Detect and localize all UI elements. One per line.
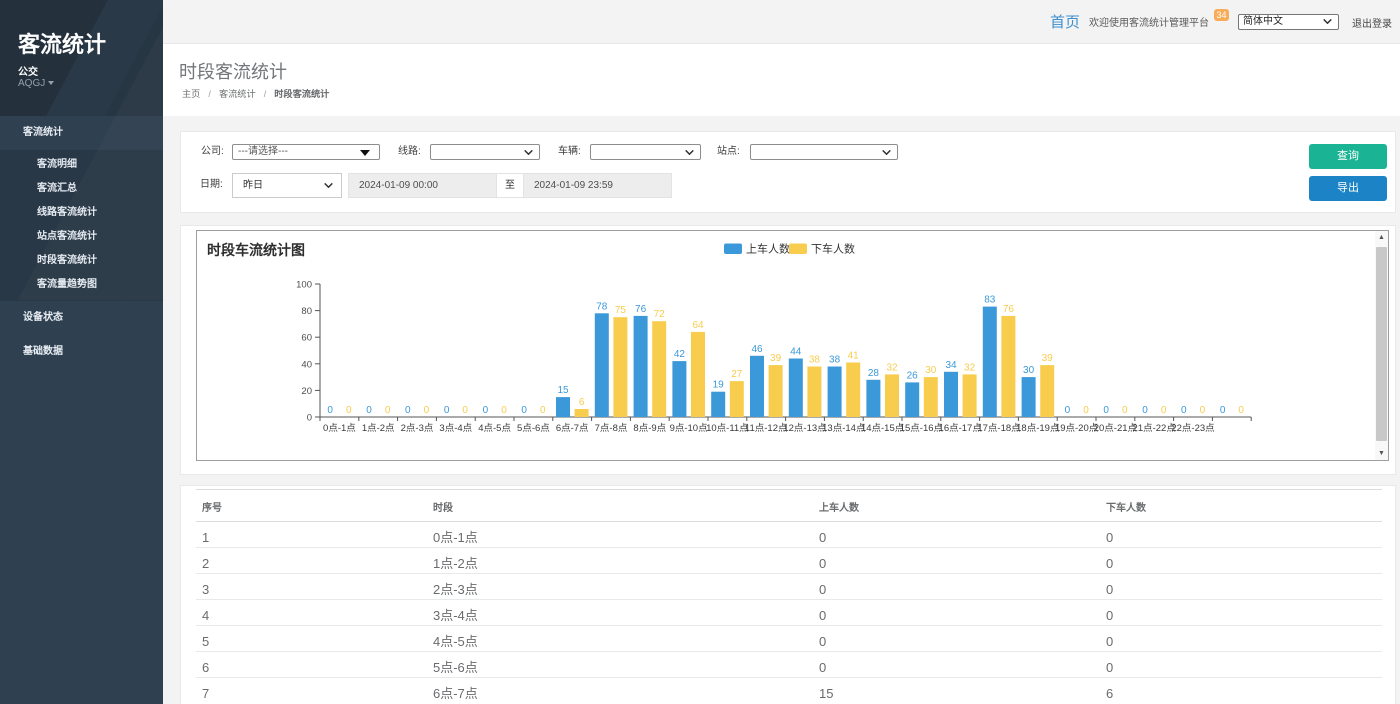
svg-text:75: 75 [615,305,627,316]
svg-text:19: 19 [713,380,725,391]
svg-text:28: 28 [868,368,880,379]
svg-text:100: 100 [296,280,312,291]
svg-text:18点-19点: 18点-19点 [1016,423,1060,434]
svg-text:8点-9点: 8点-9点 [633,423,666,434]
svg-text:76: 76 [1003,304,1015,315]
svg-text:46: 46 [751,344,763,355]
svg-text:0: 0 [521,405,527,416]
svg-text:80: 80 [301,306,312,317]
svg-text:26: 26 [907,370,919,381]
svg-text:42: 42 [674,349,686,360]
svg-text:38: 38 [809,355,821,366]
svg-text:0: 0 [385,405,391,416]
svg-text:上车人数: 上车人数 [746,242,790,256]
svg-text:0: 0 [1200,405,1206,416]
svg-text:0点-1点: 0点-1点 [323,423,356,434]
svg-text:14点-15点: 14点-15点 [861,423,905,434]
svg-text:4点-5点: 4点-5点 [478,423,511,434]
svg-text:5点-6点: 5点-6点 [517,423,550,434]
svg-text:41: 41 [848,351,860,362]
svg-text:0: 0 [1220,405,1226,416]
svg-text:6: 6 [579,397,585,408]
svg-text:20点-21点: 20点-21点 [1094,423,1138,434]
svg-text:11点-12点: 11点-12点 [745,423,788,434]
svg-text:0: 0 [1122,405,1128,416]
svg-text:16点-17点: 16点-17点 [939,423,983,434]
svg-text:40: 40 [301,359,312,370]
svg-text:20: 20 [301,386,312,397]
svg-text:27: 27 [731,369,743,380]
svg-text:39: 39 [1042,353,1054,364]
svg-text:60: 60 [301,333,312,344]
svg-text:22点-23点: 22点-23点 [1171,423,1215,434]
svg-text:12点-13点: 12点-13点 [783,423,827,434]
svg-text:0: 0 [501,405,507,416]
svg-text:15点-16点: 15点-16点 [900,423,944,434]
svg-text:39: 39 [770,353,782,364]
svg-text:0: 0 [366,405,372,416]
svg-text:0: 0 [1181,405,1187,416]
svg-text:15: 15 [557,385,569,396]
svg-text:21点-22点: 21点-22点 [1133,423,1177,434]
svg-text:32: 32 [886,362,898,373]
svg-text:0: 0 [405,405,411,416]
svg-text:13点-14点: 13点-14点 [822,423,866,434]
svg-text:6点-7点: 6点-7点 [556,423,589,434]
svg-text:32: 32 [964,362,976,373]
svg-text:0: 0 [483,405,489,416]
svg-text:78: 78 [596,301,608,312]
svg-text:10点-11点: 10点-11点 [706,423,749,434]
svg-text:0: 0 [327,405,333,416]
svg-text:时段车流统计图: 时段车流统计图 [207,242,305,258]
svg-text:0: 0 [1161,405,1167,416]
svg-text:0: 0 [1238,405,1244,416]
svg-text:0: 0 [307,413,312,424]
svg-text:0: 0 [1103,405,1109,416]
svg-text:0: 0 [1083,405,1089,416]
svg-text:30: 30 [1023,365,1035,376]
svg-text:1点-2点: 1点-2点 [362,423,395,434]
svg-text:0: 0 [540,405,546,416]
svg-text:0: 0 [346,405,352,416]
svg-text:30: 30 [925,365,937,376]
svg-text:19点-20点: 19点-20点 [1055,423,1099,434]
svg-text:64: 64 [692,320,704,331]
svg-text:44: 44 [790,347,802,358]
svg-text:38: 38 [829,355,841,366]
svg-text:3点-4点: 3点-4点 [439,423,472,434]
svg-text:0: 0 [444,405,450,416]
svg-text:0: 0 [1065,405,1071,416]
svg-text:72: 72 [654,309,666,320]
svg-text:9点-10点: 9点-10点 [670,423,709,434]
svg-text:下车人数: 下车人数 [811,242,855,256]
svg-text:17点-18点: 17点-18点 [977,423,1021,434]
svg-text:34: 34 [945,360,957,371]
svg-text:0: 0 [462,405,468,416]
svg-text:2点-3点: 2点-3点 [401,423,434,434]
svg-text:83: 83 [984,295,996,306]
svg-text:0: 0 [1142,405,1148,416]
svg-text:76: 76 [635,304,647,315]
svg-text:7点-8点: 7点-8点 [595,423,628,434]
svg-text:0: 0 [424,405,430,416]
